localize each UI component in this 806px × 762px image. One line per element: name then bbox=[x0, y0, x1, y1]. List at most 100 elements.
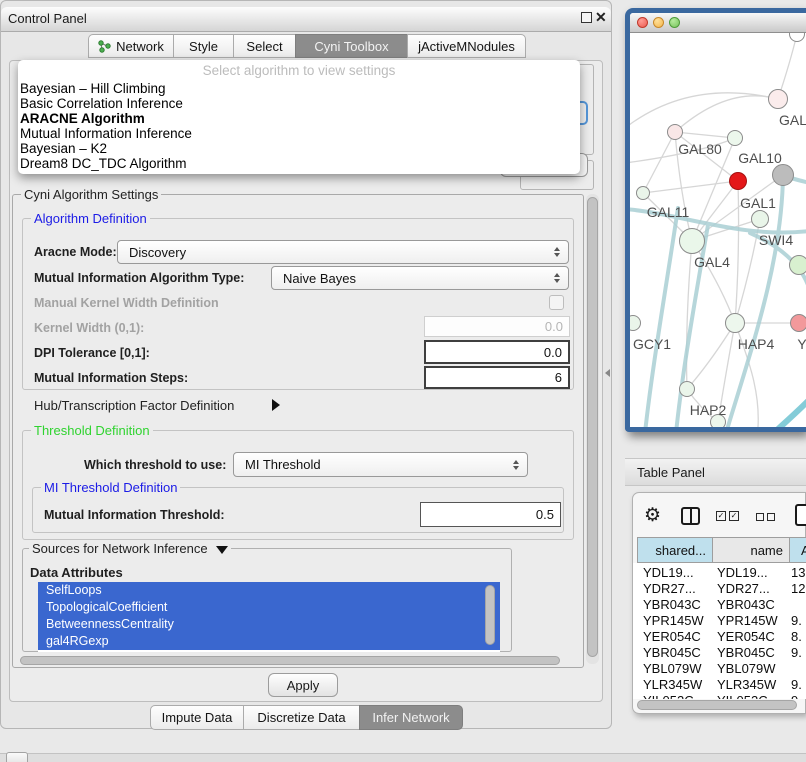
column-header-name[interactable]: name bbox=[712, 537, 790, 563]
tab-style[interactable]: Style bbox=[173, 34, 234, 58]
kernel-width-field[interactable]: 0.0 bbox=[424, 316, 570, 337]
table-cell[interactable]: YIL052C bbox=[717, 693, 768, 699]
table-row[interactable]: YDL19... bbox=[643, 565, 694, 580]
column-header-shared[interactable]: shared... bbox=[637, 537, 713, 563]
bottom-strip bbox=[0, 753, 806, 762]
network-view-window[interactable]: GAL80 GAL10 GAL1 GAL11 SWI4 GAL4 GCY1 HA… bbox=[625, 8, 806, 432]
apply-button-label: Apply bbox=[287, 678, 320, 693]
node-label: GAL bbox=[779, 112, 806, 128]
network-node[interactable] bbox=[789, 255, 806, 275]
table-row[interactable]: YBL079W bbox=[643, 661, 702, 676]
network-node[interactable] bbox=[751, 210, 769, 228]
split-columns-icon[interactable] bbox=[681, 507, 700, 525]
aracne-mode-combo[interactable]: Discovery bbox=[117, 240, 569, 264]
tab-impute-data[interactable]: Impute Data bbox=[150, 705, 244, 730]
table-cell[interactable]: 9. bbox=[791, 645, 802, 660]
table-cell[interactable]: YBR043C bbox=[717, 597, 775, 612]
network-node[interactable] bbox=[768, 89, 788, 109]
data-attributes-list[interactable]: SelfLoops TopologicalCoefficient Between… bbox=[38, 582, 500, 652]
dropdown-item[interactable]: Basic Correlation Inference bbox=[20, 96, 183, 111]
dpi-tolerance-field[interactable]: 0.0 bbox=[424, 340, 570, 364]
column-header-name-label: name bbox=[750, 543, 783, 558]
deselect-all-checks-icon[interactable] bbox=[756, 513, 776, 522]
network-node[interactable] bbox=[725, 313, 745, 333]
manual-kernel-checkbox[interactable] bbox=[549, 295, 564, 310]
tab-network[interactable]: Network bbox=[88, 34, 174, 58]
table-row[interactable]: YLR345W bbox=[643, 677, 702, 692]
network-window-titlebar[interactable] bbox=[630, 13, 806, 33]
dropdown-item[interactable]: Mutual Information Inference bbox=[20, 126, 192, 141]
table-cell[interactable]: YBL079W bbox=[717, 661, 776, 676]
bottom-left-button[interactable] bbox=[6, 752, 28, 762]
column-header-shared-label: shared... bbox=[655, 543, 706, 558]
list-scrollbar-thumb[interactable] bbox=[485, 585, 495, 645]
tab-infer-network[interactable]: Infer Network bbox=[359, 705, 463, 730]
aracne-mode-value: Discovery bbox=[129, 245, 186, 260]
list-item[interactable]: BetweennessCentrality bbox=[38, 616, 500, 633]
expander-arrow-icon[interactable] bbox=[272, 399, 280, 411]
table-cell[interactable]: 9 bbox=[791, 693, 798, 699]
table-row[interactable]: YIL052C bbox=[643, 693, 694, 699]
apply-button[interactable]: Apply bbox=[268, 673, 338, 697]
network-node[interactable] bbox=[790, 314, 806, 332]
network-node[interactable] bbox=[772, 164, 794, 186]
table-cell[interactable]: YPR145W bbox=[717, 613, 778, 628]
close-traffic-light[interactable] bbox=[637, 17, 648, 28]
network-node[interactable] bbox=[636, 186, 650, 200]
table-cell[interactable]: YDR27... bbox=[717, 581, 770, 596]
table-cell[interactable]: YER054C bbox=[717, 629, 775, 644]
select-all-checks-icon[interactable]: ✓ ✓ bbox=[716, 511, 740, 522]
mi-type-combo[interactable]: Naive Bayes bbox=[271, 266, 569, 290]
tab-cyni-toolbox[interactable]: Cyni Toolbox bbox=[295, 34, 408, 58]
table-row[interactable]: YBR045C bbox=[643, 645, 701, 660]
list-item[interactable]: gal4RGexp bbox=[38, 633, 500, 650]
table-cell[interactable]: YLR345W bbox=[717, 677, 776, 692]
network-node-selected[interactable] bbox=[729, 172, 747, 190]
which-threshold-value: MI Threshold bbox=[245, 457, 321, 472]
close-icon[interactable]: ✕ bbox=[595, 9, 607, 26]
tab-jactivemnodules[interactable]: jActiveMNodules bbox=[407, 34, 526, 58]
table-cell[interactable]: 8. bbox=[791, 629, 802, 644]
tab-select[interactable]: Select bbox=[233, 34, 296, 58]
network-node[interactable] bbox=[679, 228, 705, 254]
table-row[interactable]: YER054C bbox=[643, 629, 701, 644]
tab-jactivemnodules-label: jActiveMNodules bbox=[418, 39, 515, 54]
splitpane-collapse-arrow-icon[interactable] bbox=[605, 369, 610, 377]
tab-discretize-data[interactable]: Discretize Data bbox=[243, 705, 360, 730]
cyni-settings-group-title: Cyni Algorithm Settings bbox=[21, 187, 161, 202]
mi-steps-field[interactable]: 6 bbox=[424, 366, 570, 389]
window-partial-icon[interactable] bbox=[795, 504, 806, 526]
float-button[interactable] bbox=[581, 12, 592, 23]
gear-icon[interactable]: ⚙ bbox=[644, 504, 661, 527]
tab-impute-data-label: Impute Data bbox=[162, 710, 233, 725]
zoom-traffic-light[interactable] bbox=[669, 17, 680, 28]
dropdown-item[interactable]: Bayesian – Hill Climbing bbox=[20, 81, 166, 96]
table-cell[interactable]: YBR045C bbox=[717, 645, 775, 660]
dropdown-item-highlighted[interactable]: ARACNE Algorithm bbox=[20, 111, 145, 126]
table-row[interactable]: YDR27... bbox=[643, 581, 696, 596]
settings-hscrollbar-thumb[interactable] bbox=[20, 656, 560, 665]
list-item[interactable]: SelfLoops bbox=[38, 582, 500, 599]
minimize-traffic-light[interactable] bbox=[653, 17, 664, 28]
sources-group-title[interactable]: Sources for Network Inference bbox=[29, 541, 231, 556]
table-hscrollbar-thumb[interactable] bbox=[637, 700, 797, 710]
dropdown-item[interactable]: Bayesian – K2 bbox=[20, 141, 107, 156]
network-node[interactable] bbox=[727, 130, 743, 146]
hub-expander[interactable]: Hub/Transcription Factor Definition bbox=[34, 398, 234, 413]
network-canvas[interactable]: GAL80 GAL10 GAL1 GAL11 SWI4 GAL4 GCY1 HA… bbox=[630, 33, 806, 427]
which-threshold-combo[interactable]: MI Threshold bbox=[233, 452, 528, 477]
settings-scrollbar-thumb[interactable] bbox=[587, 197, 598, 657]
table-cell[interactable]: YDL19... bbox=[717, 565, 768, 580]
network-node[interactable] bbox=[667, 124, 683, 140]
network-node[interactable] bbox=[679, 381, 695, 397]
table-row[interactable]: YBR043C bbox=[643, 597, 701, 612]
column-header-partial[interactable]: A bbox=[789, 537, 806, 563]
table-cell[interactable]: 9. bbox=[791, 677, 802, 692]
table-cell[interactable]: 9. bbox=[791, 613, 802, 628]
table-cell[interactable]: 12 bbox=[791, 581, 805, 596]
mi-threshold-field[interactable]: 0.5 bbox=[420, 502, 561, 527]
table-row[interactable]: YPR145W bbox=[643, 613, 704, 628]
dropdown-item[interactable]: Dream8 DC_TDC Algorithm bbox=[20, 156, 187, 171]
list-item[interactable]: TopologicalCoefficient bbox=[38, 599, 500, 616]
table-cell[interactable]: 13 bbox=[791, 565, 805, 580]
